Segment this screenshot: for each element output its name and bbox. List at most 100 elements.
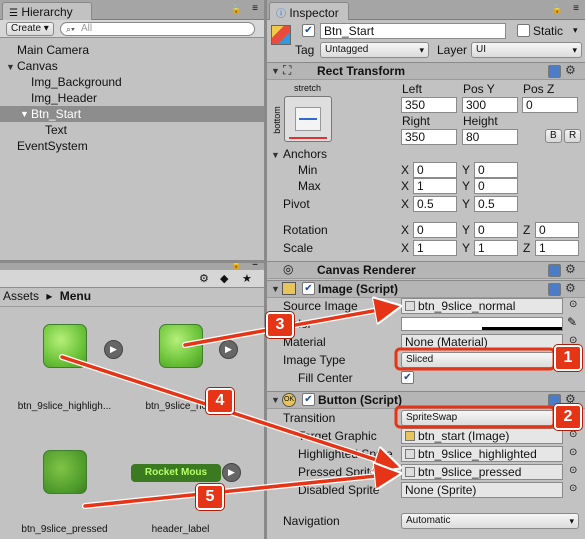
eyedropper-icon[interactable]: ✎ [567,315,577,329]
breadcrumb-assets[interactable]: Assets [3,289,39,303]
highlighted-sprite-field[interactable]: btn_9slice_highlighted [401,446,563,462]
button-enabled-checkbox[interactable]: ✔ [302,393,315,406]
project-tabbar: 🔒 ≡ [0,258,264,270]
active-checkbox[interactable]: ✔ [302,24,315,37]
tree-item-btn-start[interactable]: ▼ Btn_Start [0,106,264,122]
asset-label: btn_9slice_highligh... [17,401,112,412]
hierarchy-search-input[interactable]: ⌕▾ All [60,22,255,36]
raw-edit-button[interactable]: R [564,129,582,143]
help-book-icon[interactable] [548,264,561,277]
lock-icon[interactable]: 🔒 [552,4,563,15]
tree-item-img-header[interactable]: Img_Header [31,90,97,106]
inspector-tab[interactable]: ⓘ Inspector [269,2,349,20]
object-picker-icon[interactable]: ⊙ [569,465,577,476]
pressed-sprite-field[interactable]: btn_9slice_pressed [401,464,563,480]
blueprint-mode-button[interactable]: B [545,129,562,143]
layer-dropdown[interactable]: UI [471,42,582,58]
image-enabled-checkbox[interactable]: ✔ [302,282,315,295]
tag-dropdown[interactable]: Untagged [320,42,429,58]
expand-triangle-icon[interactable]: ▼ [20,106,29,122]
image-type-label: Image Type [283,353,346,367]
anchor-presets-button[interactable] [284,96,332,142]
static-dropdown-icon[interactable]: ▾ [573,25,578,36]
y-label: Y [462,223,471,237]
y-label: Y [462,241,471,255]
rotation-y-field[interactable]: 0 [474,222,518,238]
collapse-triangle-icon[interactable]: ▼ [271,66,280,76]
disabled-sprite-field[interactable]: None (Sprite) [401,482,563,498]
help-book-icon[interactable] [548,283,561,296]
min-y-field[interactable]: 0 [474,162,518,178]
tree-item-text[interactable]: Text [45,122,67,138]
source-image-field[interactable]: btn_9slice_normal [401,298,563,314]
object-name-field[interactable]: Btn_Start [320,23,506,39]
button-script-header[interactable]: ▼ OK ✔ Button (Script) ⚙ [267,391,585,409]
horizontal-divider[interactable] [0,260,264,263]
right-field[interactable]: 350 [401,129,457,145]
gear-icon[interactable]: ⚙ [565,262,576,276]
posz-field[interactable]: 0 [522,97,578,113]
scale-y-field[interactable]: 1 [474,240,518,256]
rotation-z-field[interactable]: 0 [535,222,579,238]
highlighted-sprite-value: btn_9slice_highlighted [418,447,537,461]
asset-thumb-normal[interactable] [159,324,203,368]
help-book-icon[interactable] [548,65,561,78]
collapse-triangle-icon[interactable]: ▼ [271,395,280,405]
tree-item-canvas[interactable]: Canvas [17,58,58,74]
pivot-x-field[interactable]: 0.5 [413,196,457,212]
rect-transform-header[interactable]: ▼ ⛶ Rect Transform ⚙ [267,62,585,80]
breadcrumb-menu[interactable]: Menu [60,289,91,303]
gear-icon[interactable]: ⚙ [565,63,576,77]
collapse-triangle-icon[interactable]: ▼ [271,284,280,294]
left-label: Left [402,82,423,96]
panel-menu-icon[interactable]: ≡ [573,3,579,14]
canvas-renderer-title: Canvas Renderer [317,263,416,277]
image-script-header[interactable]: ▼ ✔ Image (Script) ⚙ [267,280,585,298]
canvas-renderer-header[interactable]: ◎ Canvas Renderer ⚙ [267,261,585,279]
min-x-field[interactable]: 0 [413,162,457,178]
lock-icon[interactable]: 🔒 [231,4,242,15]
scale-z-field[interactable]: 1 [535,240,579,256]
anchors-triangle-icon[interactable]: ▼ [271,150,280,160]
fill-center-checkbox[interactable]: ✔ [401,371,414,384]
transition-dropdown[interactable]: SpriteSwap [401,410,579,426]
posy-label: Pos Y [463,82,495,96]
asset-thumb-pressed[interactable] [43,450,87,494]
sprite-icon [405,467,415,477]
scale-x-field[interactable]: 1 [413,240,457,256]
object-picker-icon[interactable]: ⊙ [569,447,577,458]
asset-thumb-highlighted[interactable] [43,324,87,368]
object-picker-icon[interactable]: ⊙ [569,483,577,494]
gear-icon[interactable]: ⚙ [565,281,576,295]
asset-thumb-header-label[interactable]: Rocket Mous [131,464,221,482]
color-swatch[interactable] [401,317,563,331]
create-button[interactable]: Create ▾ [6,22,54,36]
static-checkbox[interactable] [517,24,530,37]
height-field[interactable]: 80 [462,129,518,145]
expand-play-icon[interactable]: ▶ [219,340,238,359]
filter-by-type-icon[interactable]: ⚙ [199,272,209,285]
tree-item-eventsystem[interactable]: EventSystem [17,138,88,154]
object-picker-icon[interactable]: ⊙ [569,299,577,310]
pivot-y-field[interactable]: 0.5 [474,196,518,212]
left-field[interactable]: 350 [401,97,457,113]
navigation-dropdown[interactable]: Automatic [401,513,579,529]
hierarchy-tab[interactable]: ☰ Hierarchy [2,2,92,20]
favorite-star-icon[interactable]: ★ [242,272,252,285]
filter-by-label-icon[interactable]: ◆ [220,272,228,285]
max-y-field[interactable]: 0 [474,178,518,194]
image-type-dropdown[interactable]: Sliced [401,352,579,368]
panel-menu-icon[interactable]: ≡ [252,3,258,14]
expand-play-icon[interactable]: ▶ [104,340,123,359]
max-x-field[interactable]: 1 [413,178,457,194]
material-field[interactable]: None (Material) [401,334,563,350]
posz-label: Pos Z [523,82,555,96]
expand-play-icon[interactable]: ▶ [222,463,241,482]
tree-item-img-background[interactable]: Img_Background [31,74,122,90]
rotation-x-field[interactable]: 0 [413,222,457,238]
tree-item-main-camera[interactable]: Main Camera [17,42,89,58]
object-picker-icon[interactable]: ⊙ [569,429,577,440]
expand-triangle-icon[interactable]: ▼ [6,62,15,72]
target-graphic-field[interactable]: btn_start (Image) [401,428,563,444]
posy-field[interactable]: 300 [462,97,518,113]
